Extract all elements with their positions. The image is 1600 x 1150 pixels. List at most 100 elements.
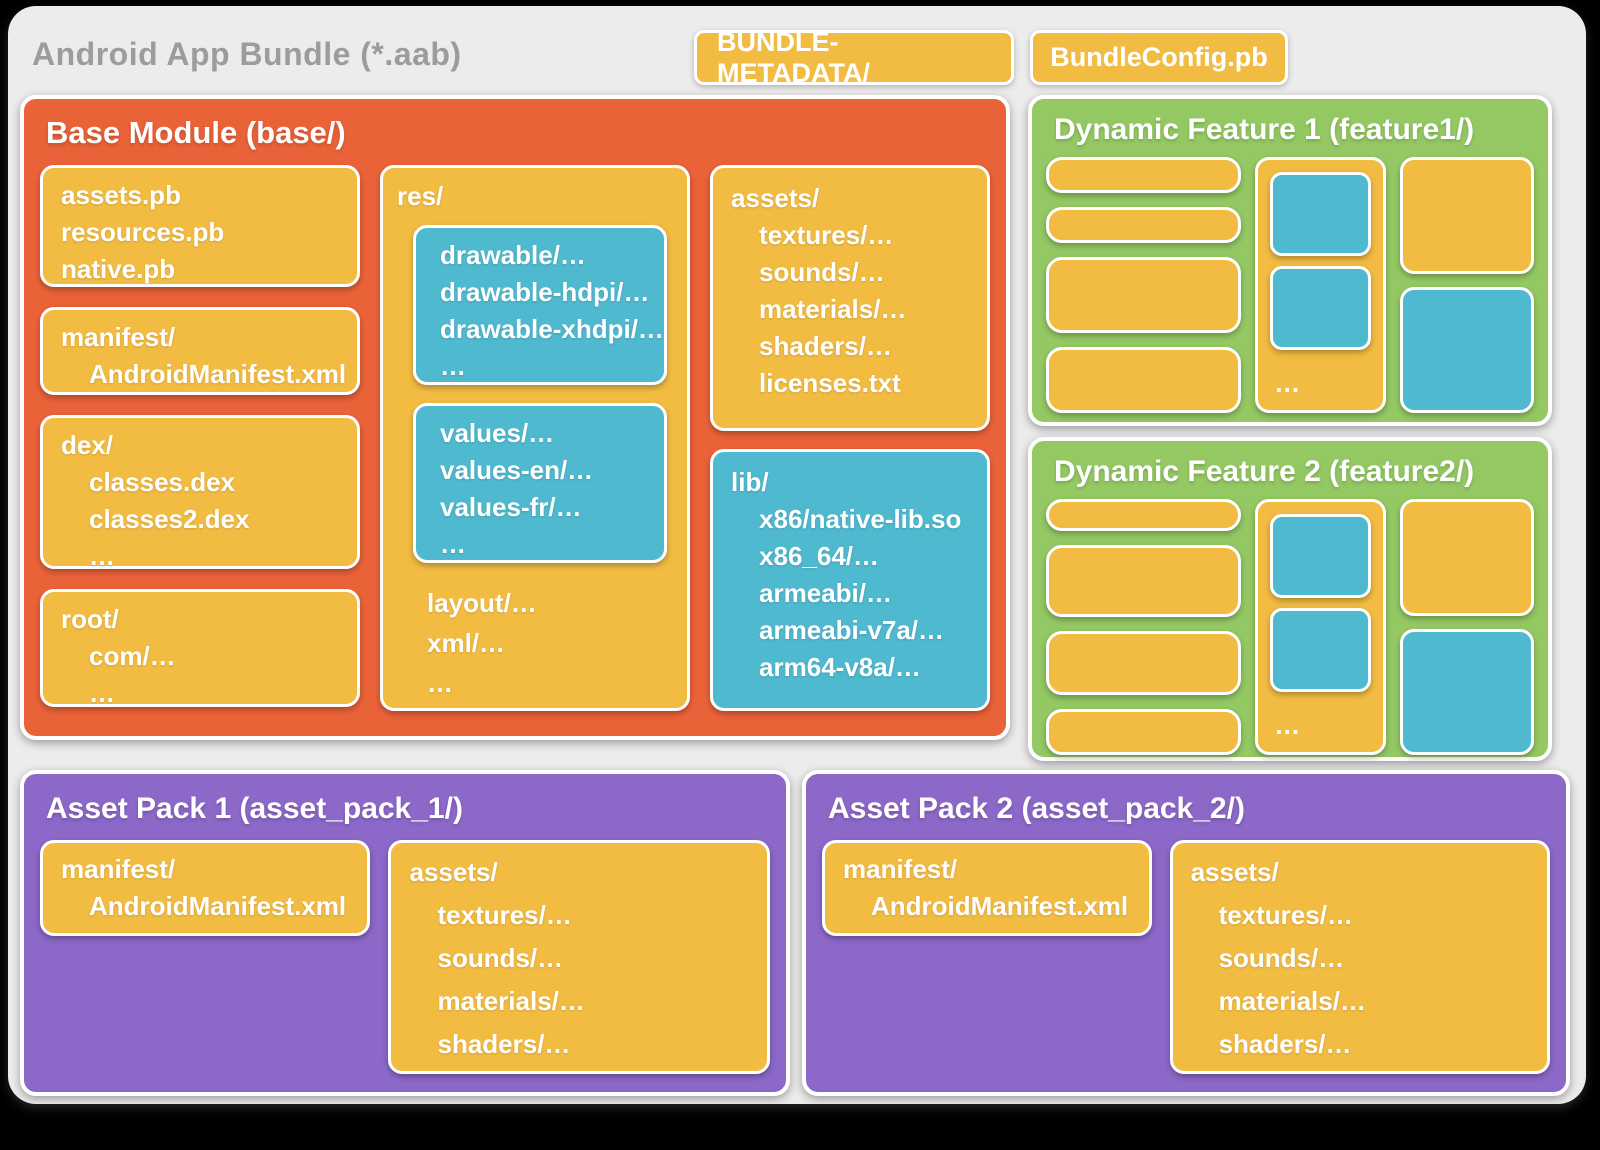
- file-entry: licenses.txt: [731, 365, 969, 402]
- dir-entry: shaders/…: [731, 328, 969, 365]
- feature-1-right-column: [1400, 157, 1534, 413]
- manifest-box: manifest/ AndroidManifest.xml: [822, 840, 1152, 936]
- feature-1-columns: …: [1046, 157, 1534, 413]
- dir-entry: materials/…: [1191, 980, 1529, 1023]
- placeholder-box: [1046, 499, 1241, 531]
- placeholder-box: [1270, 514, 1371, 598]
- pb-files-box: assets.pb resources.pb native.pb: [40, 165, 360, 287]
- file-entry: AndroidManifest.xml: [843, 888, 1131, 925]
- asset-pack-1-columns: manifest/ AndroidManifest.xml assets/ te…: [40, 840, 770, 1074]
- placeholder-box: [1270, 172, 1371, 256]
- dir-header: assets/: [1191, 851, 1529, 894]
- dir-header: root/: [61, 601, 339, 638]
- dir-header: dex/: [61, 427, 339, 464]
- manifest-box: manifest/ AndroidManifest.xml: [40, 307, 360, 395]
- base-column-3: assets/ textures/… sounds/… materials/… …: [710, 165, 990, 711]
- ellipsis-entry: …: [61, 675, 339, 712]
- asset-pack-2-title: Asset Pack 2 (asset_pack_2/): [828, 792, 1550, 826]
- lib-box: lib/ x86/native-lib.so x86_64/… armeabi/…: [710, 449, 990, 711]
- page-title: Android App Bundle (*.aab): [32, 36, 462, 73]
- base-module-columns: assets.pb resources.pb native.pb manifes…: [40, 165, 990, 711]
- placeholder-box: [1046, 157, 1241, 193]
- dynamic-feature-1-title: Dynamic Feature 1 (feature1/): [1054, 113, 1534, 147]
- values-box: values/… values-en/… values-fr/… …: [413, 403, 667, 563]
- dir-entry: armeabi-v7a/…: [731, 612, 969, 649]
- file-entry: x86/native-lib.so: [731, 501, 969, 538]
- feature-2-right-column: [1400, 499, 1534, 755]
- ellipsis-entry: …: [440, 348, 664, 385]
- feature-2-middle-box: …: [1255, 499, 1386, 755]
- dir-entry: arm64-v8a/…: [731, 649, 969, 686]
- file-entry: resources.pb: [61, 214, 339, 251]
- dynamic-feature-2-panel: Dynamic Feature 2 (feature2/) …: [1028, 437, 1552, 761]
- dir-entry: textures/…: [1191, 894, 1529, 937]
- bundle-metadata-badge: BUNDLE-METADATA/: [694, 30, 1014, 85]
- file-entry: classes.dex: [61, 464, 339, 501]
- dir-entry: textures/…: [731, 217, 969, 254]
- dir-entry: armeabi/…: [731, 575, 969, 612]
- aab-diagram: Android App Bundle (*.aab) BUNDLE-METADA…: [0, 0, 1600, 1150]
- placeholder-box: [1046, 709, 1241, 755]
- dir-header: res/: [397, 178, 673, 215]
- asset-pack-1-title: Asset Pack 1 (asset_pack_1/): [46, 792, 770, 826]
- dir-entry: sounds/…: [409, 937, 749, 980]
- dir-entry: layout/…: [427, 583, 673, 623]
- file-entry: classes2.dex: [61, 501, 339, 538]
- dir-entry: drawable-hdpi/…: [440, 274, 664, 311]
- drawable-box: drawable/… drawable-hdpi/… drawable-xhdp…: [413, 225, 667, 385]
- assets-box: assets/ textures/… sounds/… materials/… …: [1170, 840, 1550, 1074]
- dir-header: lib/: [731, 464, 969, 501]
- dir-header: manifest/: [61, 319, 339, 356]
- dir-entry: materials/…: [409, 980, 749, 1023]
- bundle-config-badge: BundleConfig.pb: [1030, 30, 1288, 85]
- dir-entry: shaders/…: [1191, 1023, 1529, 1066]
- ellipsis-entry: …: [61, 538, 339, 575]
- base-column-1: assets.pb resources.pb native.pb manifes…: [40, 165, 360, 711]
- file-entry: assets.pb: [61, 177, 339, 214]
- dir-header: assets/: [409, 851, 749, 894]
- ellipsis-entry: …: [1270, 712, 1371, 740]
- assets-box: assets/ textures/… sounds/… materials/… …: [388, 840, 770, 1074]
- feature-1-middle-box: …: [1255, 157, 1386, 413]
- dir-entry: materials/…: [731, 291, 969, 328]
- dir-header: manifest/: [61, 851, 349, 888]
- dir-entry: values-fr/…: [440, 489, 664, 526]
- res-box: res/ drawable/… drawable-hdpi/… drawable…: [380, 165, 690, 711]
- feature-2-left-column: [1046, 499, 1241, 755]
- dynamic-feature-2-title: Dynamic Feature 2 (feature2/): [1054, 455, 1534, 489]
- base-module-panel: Base Module (base/) assets.pb resources.…: [20, 95, 1010, 740]
- dex-box: dex/ classes.dex classes2.dex …: [40, 415, 360, 569]
- asset-pack-2-columns: manifest/ AndroidManifest.xml assets/ te…: [822, 840, 1550, 1074]
- res-tail-entries: layout/… xml/… …: [427, 583, 673, 703]
- dir-entry: x86_64/…: [731, 538, 969, 575]
- dir-entry: sounds/…: [731, 254, 969, 291]
- file-entry: AndroidManifest.xml: [61, 356, 339, 393]
- dir-entry: com/…: [61, 638, 339, 675]
- placeholder-box: [1046, 207, 1241, 243]
- placeholder-box: [1400, 499, 1534, 616]
- asset-pack-2-panel: Asset Pack 2 (asset_pack_2/) manifest/ A…: [802, 770, 1570, 1096]
- dir-header: manifest/: [843, 851, 1131, 888]
- file-entry: AndroidManifest.xml: [61, 888, 349, 925]
- dir-entry: shaders/…: [409, 1023, 749, 1066]
- feature-1-left-column: [1046, 157, 1241, 413]
- placeholder-box: [1400, 629, 1534, 755]
- diagram-card: Android App Bundle (*.aab) BUNDLE-METADA…: [8, 6, 1586, 1104]
- manifest-box: manifest/ AndroidManifest.xml: [40, 840, 370, 936]
- dir-entry: drawable-xhdpi/…: [440, 311, 664, 348]
- dir-entry: values/…: [440, 415, 664, 452]
- placeholder-box: [1400, 157, 1534, 274]
- ellipsis-entry: …: [1270, 370, 1371, 398]
- placeholder-box: [1400, 287, 1534, 413]
- dir-entry: drawable/…: [440, 237, 664, 274]
- placeholder-box: [1270, 266, 1371, 350]
- feature-2-columns: …: [1046, 499, 1534, 755]
- assets-box: assets/ textures/… sounds/… materials/… …: [710, 165, 990, 431]
- dir-header: assets/: [731, 180, 969, 217]
- dir-entry: xml/…: [427, 623, 673, 663]
- placeholder-box: [1046, 545, 1241, 617]
- placeholder-box: [1046, 347, 1241, 413]
- placeholder-box: [1046, 631, 1241, 695]
- ellipsis-entry: …: [440, 526, 664, 563]
- root-box: root/ com/… …: [40, 589, 360, 707]
